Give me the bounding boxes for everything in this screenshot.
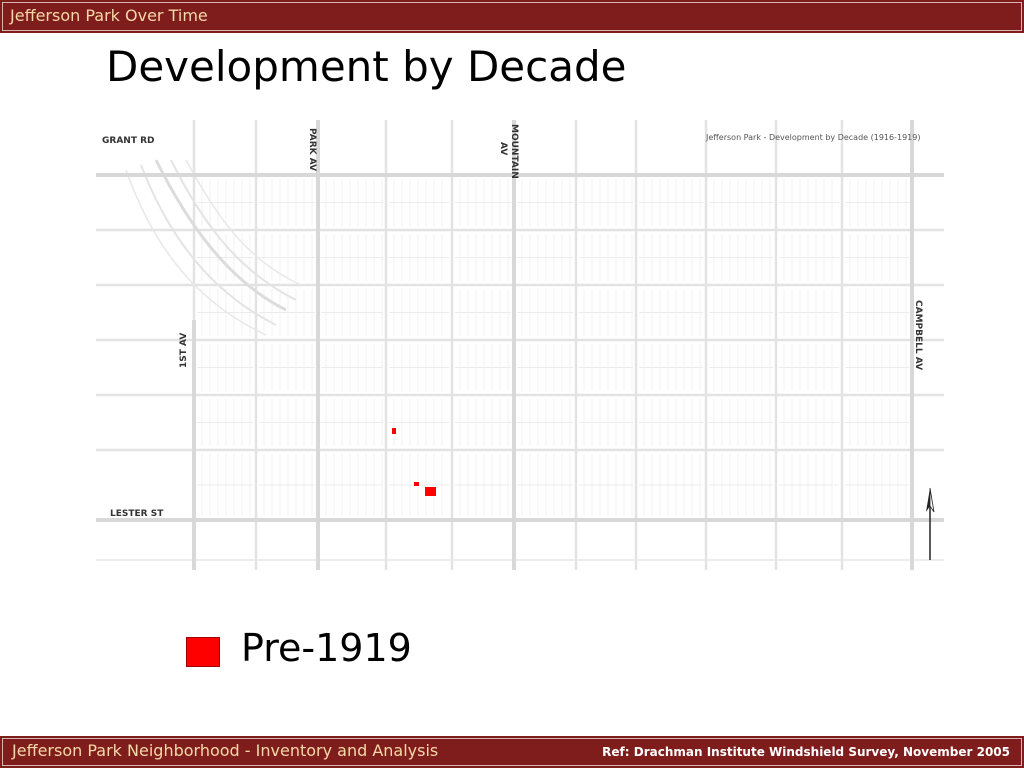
north-arrow-icon <box>926 487 935 560</box>
pre-1919-parcels <box>392 428 436 496</box>
main-roads <box>96 120 944 570</box>
street-lester-st: LESTER ST <box>110 509 164 519</box>
map-canvas: Jefferson Park - Development by Decade (… <box>96 120 944 570</box>
street-park-av: PARK AV <box>307 128 317 171</box>
header-bar: Jefferson Park Over Time <box>0 0 1024 34</box>
slide-title: Development by Decade <box>106 42 627 91</box>
parcel-pre-1919 <box>392 428 396 434</box>
footer-reference: Ref: Drachman Institute Windshield Surve… <box>602 745 1010 759</box>
footer-title: Jefferson Park Neighborhood - Inventory … <box>12 741 439 760</box>
street-grant-rd: GRANT RD <box>102 136 155 146</box>
legend-label: Pre-1919 <box>241 626 412 670</box>
curved-streets <box>125 159 302 336</box>
parcel-grid <box>96 120 944 570</box>
street-mountain-av-2: AV <box>498 142 508 155</box>
street-campbell-av: CAMPBELL AV <box>913 300 923 370</box>
neighborhood-map: Jefferson Park - Development by Decade (… <box>96 120 944 570</box>
section-title: Jefferson Park Over Time <box>10 6 208 25</box>
street-1st-av: 1ST AV <box>179 333 189 368</box>
parcel-pre-1919 <box>425 487 436 496</box>
map-title: Jefferson Park - Development by Decade (… <box>705 133 920 142</box>
legend-swatch-pre-1919 <box>186 637 220 667</box>
parcel-pre-1919 <box>414 482 419 486</box>
street-mountain-av-1: MOUNTAIN <box>509 124 519 179</box>
footer-bar: Jefferson Park Neighborhood - Inventory … <box>0 736 1024 768</box>
